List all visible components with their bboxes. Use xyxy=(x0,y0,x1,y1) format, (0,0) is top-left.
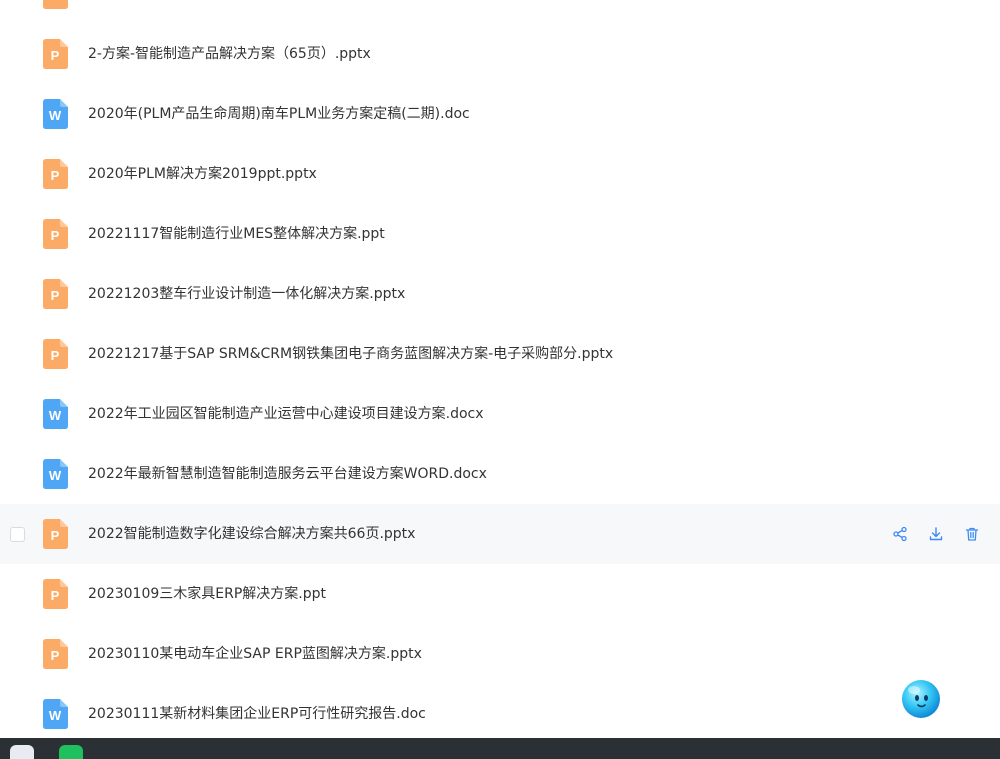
file-type-letter: P xyxy=(51,48,60,63)
file-type-letter: W xyxy=(49,468,62,483)
file-type-letter: P xyxy=(51,288,60,303)
file-row[interactable]: P 2022智能制造数字化建设综合解决方案共66页.pptx xyxy=(0,504,1000,564)
ppt-file-icon: P xyxy=(43,0,68,9)
file-name[interactable]: 20230110某电动车企业SAP ERP蓝图解决方案.pptx xyxy=(88,624,422,684)
file-row[interactable]: P 20221217基于SAP SRM&CRM钢铁集团电子商务蓝图解决方案-电子… xyxy=(0,324,1000,384)
file-type-letter: P xyxy=(51,348,60,363)
taskbar-browser-icon[interactable] xyxy=(10,745,34,759)
file-row[interactable]: P xyxy=(0,0,1000,24)
file-name[interactable]: 20221217基于SAP SRM&CRM钢铁集团电子商务蓝图解决方案-电子采购… xyxy=(88,324,613,384)
file-name[interactable]: 2020年PLM解决方案2019ppt.pptx xyxy=(88,144,317,204)
file-name[interactable]: 20230109三木家具ERP解决方案.ppt xyxy=(88,564,326,624)
ppt-file-icon: P xyxy=(43,639,68,669)
file-name[interactable]: 20230111某新材料集团企业ERP可行性研究报告.doc xyxy=(88,684,426,744)
file-type-letter: P xyxy=(51,0,60,3)
file-name[interactable]: 2020年(PLM产品生命周期)南车PLM业务方案定稿(二期).doc xyxy=(88,84,470,144)
share-icon xyxy=(892,526,908,542)
ppt-file-icon: P xyxy=(43,39,68,69)
file-name[interactable]: 2022智能制造数字化建设综合解决方案共66页.pptx xyxy=(88,504,415,564)
ppt-file-icon: P xyxy=(43,519,68,549)
assistant-avatar-icon xyxy=(902,680,940,718)
file-type-letter: W xyxy=(49,108,62,123)
download-button[interactable] xyxy=(928,526,944,542)
file-row[interactable]: P 20230110某电动车企业SAP ERP蓝图解决方案.pptx xyxy=(0,624,1000,684)
file-name[interactable]: 20221203整车行业设计制造一体化解决方案.pptx xyxy=(88,264,405,324)
file-type-letter: P xyxy=(51,648,60,663)
file-name[interactable]: 2022年最新智慧制造智能制造服务云平台建设方案WORD.docx xyxy=(88,444,487,504)
file-type-letter: P xyxy=(51,168,60,183)
delete-icon xyxy=(964,526,980,542)
file-name[interactable]: 2022年工业园区智能制造产业运营中心建设项目建设方案.docx xyxy=(88,384,484,444)
file-row[interactable]: P 20230109三木家具ERP解决方案.ppt xyxy=(0,564,1000,624)
download-icon xyxy=(928,526,944,542)
file-row[interactable]: W 20230111某新材料集团企业ERP可行性研究报告.doc xyxy=(0,684,1000,744)
file-row[interactable]: P 20221117智能制造行业MES整体解决方案.ppt xyxy=(0,204,1000,264)
word-file-icon: W xyxy=(43,699,68,729)
word-file-icon: W xyxy=(43,99,68,129)
file-type-letter: W xyxy=(49,708,62,723)
file-row[interactable]: W 2020年(PLM产品生命周期)南车PLM业务方案定稿(二期).doc xyxy=(0,84,1000,144)
row-actions xyxy=(892,504,980,564)
row-checkbox[interactable] xyxy=(10,527,25,542)
file-name[interactable]: 20221117智能制造行业MES整体解决方案.ppt xyxy=(88,204,385,264)
taskbar-wechat-icon[interactable] xyxy=(59,745,83,759)
file-type-letter: P xyxy=(51,588,60,603)
file-type-letter: P xyxy=(51,228,60,243)
ppt-file-icon: P xyxy=(43,279,68,309)
file-row[interactable]: W 2022年工业园区智能制造产业运营中心建设项目建设方案.docx xyxy=(0,384,1000,444)
ppt-file-icon: P xyxy=(43,579,68,609)
ppt-file-icon: P xyxy=(43,159,68,189)
os-taskbar xyxy=(0,738,1000,759)
file-name[interactable]: 2-方案-智能制造产品解决方案（65页）.pptx xyxy=(88,24,371,84)
ppt-file-icon: P xyxy=(43,339,68,369)
file-row[interactable]: P 2020年PLM解决方案2019ppt.pptx xyxy=(0,144,1000,204)
file-type-letter: W xyxy=(49,408,62,423)
share-button[interactable] xyxy=(892,526,908,542)
delete-button[interactable] xyxy=(964,526,980,542)
file-list: P P 2-方案-智能制造产品解决方案（65页）.pptx W 2020年(PL… xyxy=(0,0,1000,738)
ppt-file-icon: P xyxy=(43,219,68,249)
file-row[interactable]: W 2022年最新智慧制造智能制造服务云平台建设方案WORD.docx xyxy=(0,444,1000,504)
word-file-icon: W xyxy=(43,459,68,489)
file-row[interactable]: P 2-方案-智能制造产品解决方案（65页）.pptx xyxy=(0,24,1000,84)
file-type-letter: P xyxy=(51,528,60,543)
word-file-icon: W xyxy=(43,399,68,429)
file-row[interactable]: P 20221203整车行业设计制造一体化解决方案.pptx xyxy=(0,264,1000,324)
